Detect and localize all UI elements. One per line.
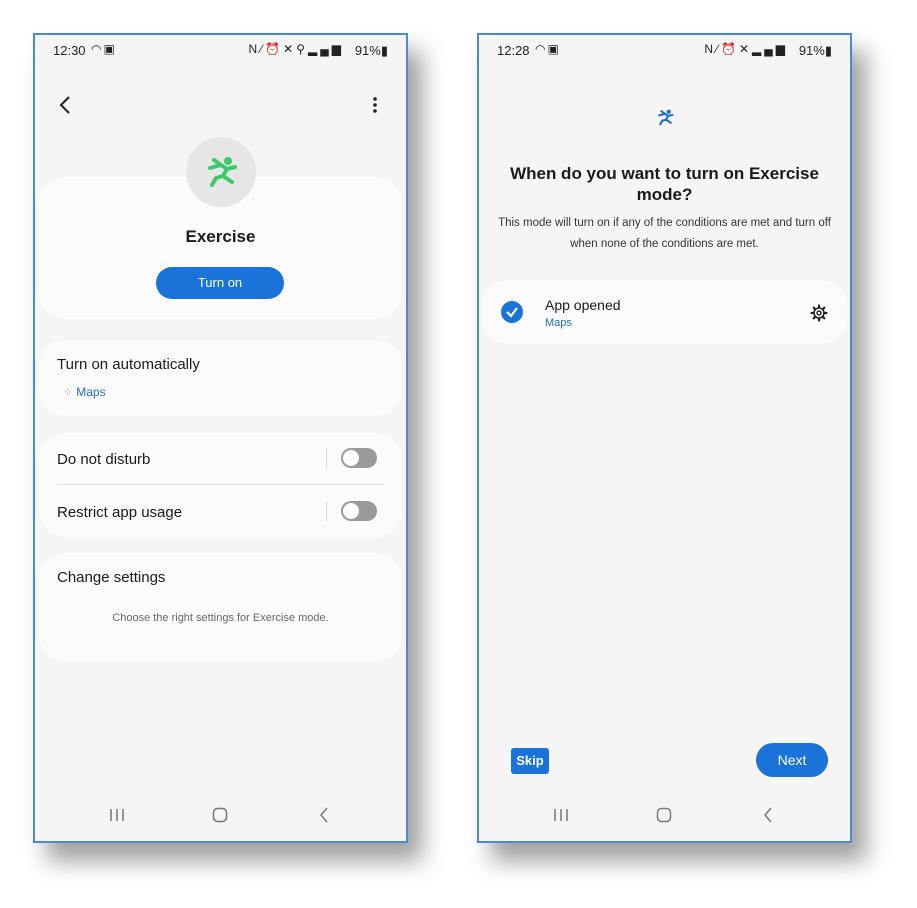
battery-indicator: 91%▮ — [798, 43, 832, 58]
mute-icon: ✕ — [738, 42, 753, 56]
divider — [326, 448, 327, 468]
status-system-icons: N⁄⏰✕▂▄▆ — [704, 42, 788, 56]
status-notification-icons: ◠▣ — [535, 42, 561, 56]
battery-indicator: 91%▮ — [354, 43, 388, 58]
running-person-icon — [208, 157, 237, 187]
condition-row-app-opened[interactable] — [482, 280, 847, 344]
mode-icon-circle — [186, 137, 256, 207]
change-settings-title: Change settings — [57, 569, 166, 586]
back-arrow-icon[interactable] — [51, 91, 79, 119]
mode-icon — [655, 109, 675, 131]
image-icon: ▣ — [103, 42, 117, 56]
home-icon[interactable] — [649, 803, 679, 827]
mute-icon: ✕ — [283, 42, 297, 56]
status-bar: 12:30 ◠▣ N⁄⏰✕⚲▂▄▆ 91%▮ — [53, 41, 388, 61]
phone-screen-exercise-mode: 12:30 ◠▣ N⁄⏰✕⚲▂▄▆ 91%▮ Exercise Turn on … — [33, 33, 408, 843]
navigation-bar — [35, 803, 406, 827]
status-system-icons: N⁄⏰✕⚲▂▄▆ — [249, 42, 344, 56]
signal-icon: ▂▄▆ — [308, 42, 344, 56]
navigation-bar — [479, 803, 850, 827]
auto-condition-app: ⁘ Maps — [63, 385, 106, 399]
row-divider — [57, 484, 384, 485]
nav-back-icon[interactable] — [753, 803, 783, 827]
recents-icon[interactable] — [102, 803, 132, 827]
wifi-icon: ◠ — [91, 42, 104, 56]
nfc-icon: N — [704, 42, 716, 56]
turn-on-automatically-title: Turn on automatically — [57, 356, 200, 373]
turn-on-button[interactable]: Turn on — [156, 267, 284, 299]
checkmark-icon[interactable] — [501, 301, 523, 323]
apps-icon: ⁘ — [63, 387, 73, 399]
skip-button[interactable]: Skip — [511, 748, 549, 774]
mode-title: Exercise — [185, 227, 256, 246]
next-button[interactable]: Next — [756, 743, 828, 777]
recents-icon[interactable] — [546, 803, 576, 827]
nfc-icon: N — [248, 42, 261, 56]
gear-icon[interactable] — [805, 299, 833, 327]
restrict-app-usage-toggle[interactable] — [341, 501, 377, 521]
divider — [326, 501, 327, 521]
conditions-question: When do you want to turn on Exercise mod… — [510, 164, 819, 204]
location-icon: ⚲ — [296, 42, 309, 56]
condition-title: App opened — [545, 297, 621, 313]
conditions-description: This mode will turn on if any of the con… — [498, 217, 831, 250]
running-person-icon — [658, 109, 674, 126]
signal-icon: ▂▄▆ — [752, 42, 788, 56]
status-time: 12:28 — [497, 43, 530, 58]
turn-on-automatically-card[interactable] — [39, 340, 402, 416]
condition-subtitle: Maps — [545, 317, 572, 329]
alarm-icon: ⏰ — [721, 42, 739, 56]
phone-screen-exercise-conditions: 12:28 ◠▣ N⁄⏰✕▂▄▆ 91%▮ When do you want t… — [477, 33, 852, 843]
status-time: 12:30 — [53, 43, 86, 58]
wifi-icon: ◠ — [535, 42, 548, 56]
do-not-disturb-label: Do not disturb — [57, 451, 151, 468]
do-not-disturb-toggle[interactable] — [341, 448, 377, 468]
more-vert-icon[interactable] — [361, 91, 389, 119]
restrict-app-usage-label: Restrict app usage — [57, 504, 183, 521]
status-notification-icons: ◠▣ — [91, 42, 117, 56]
alarm-icon: ⏰ — [265, 42, 284, 56]
home-icon[interactable] — [205, 803, 235, 827]
nav-back-icon[interactable] — [309, 803, 339, 827]
image-icon: ▣ — [547, 42, 561, 56]
change-settings-hint: Choose the right settings for Exercise m… — [112, 612, 329, 624]
status-bar: 12:28 ◠▣ N⁄⏰✕▂▄▆ 91%▮ — [497, 41, 832, 61]
